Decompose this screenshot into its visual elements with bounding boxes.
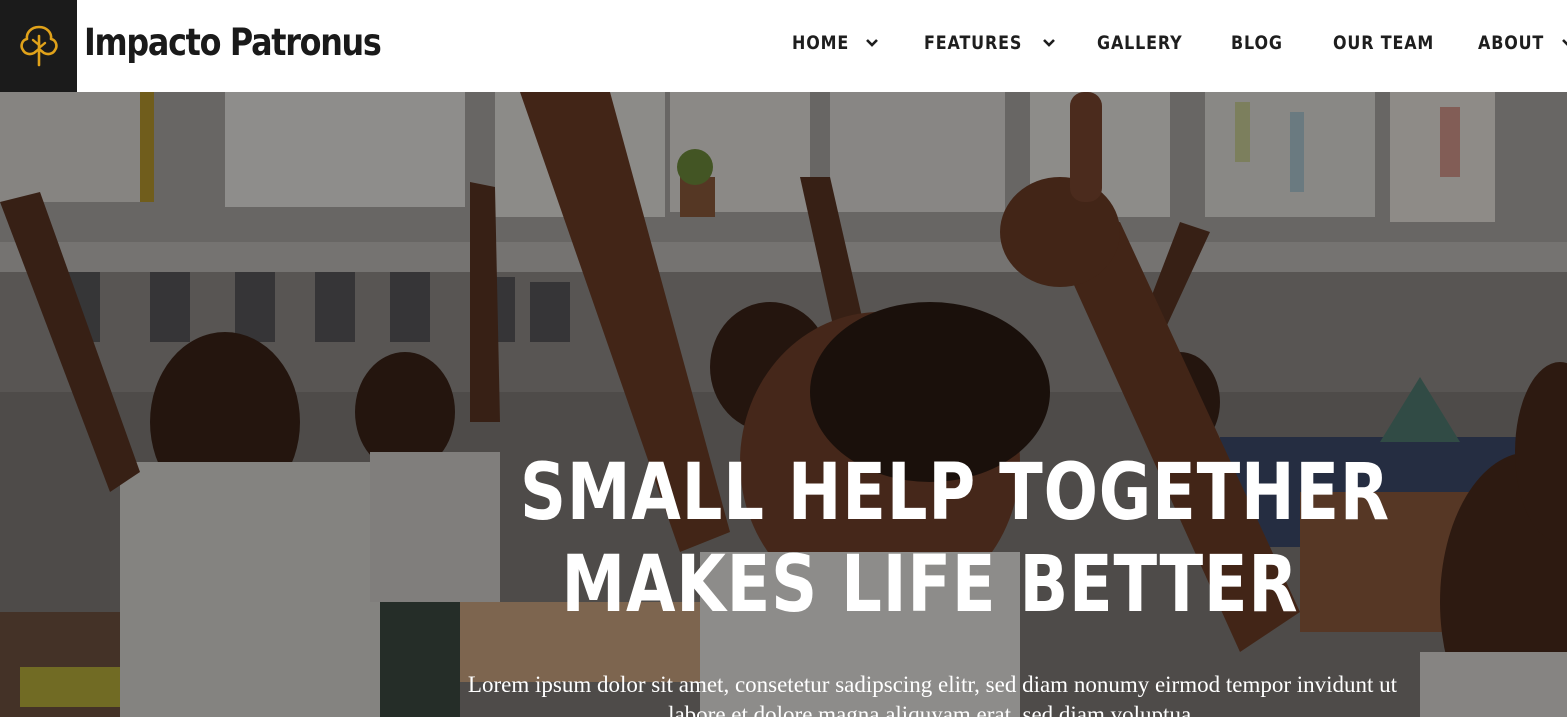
hero-headline: SMALL HELP TOGETHER MAKES LIFE BETTER (430, 447, 1430, 631)
main-nav: HOME FEATURES GALLERY BLOG OUR TEAM ABOU… (0, 0, 1567, 92)
nav-item-features[interactable]: FEATURES (924, 30, 1056, 56)
chevron-down-icon (866, 39, 878, 47)
headline-line: MAKES LIFE BETTER (561, 540, 1299, 630)
headline-line: SMALL HELP TOGETHER (520, 448, 1390, 538)
chevron-down-icon (1042, 39, 1055, 47)
nav-label: ABOUT (1478, 32, 1545, 54)
nav-item-about[interactable]: ABOUT (1478, 30, 1567, 56)
nav-item-gallery[interactable]: GALLERY (1097, 30, 1199, 56)
hero-section: SMALL HELP TOGETHER MAKES LIFE BETTER Lo… (0, 92, 1567, 717)
nav-label: FEATURES (924, 32, 1023, 54)
nav-label: OUR TEAM (1333, 32, 1435, 54)
nav-label: HOME (792, 32, 850, 54)
site-header: Impacto Patronus HOME FEATURES GALLERY B… (0, 0, 1567, 92)
nav-label: BLOG (1231, 32, 1283, 54)
nav-item-our-team[interactable]: OUR TEAM (1333, 30, 1453, 56)
hero-lead-text: Lorem ipsum dolor sit amet, consetetur s… (467, 672, 1398, 717)
nav-label: GALLERY (1097, 32, 1183, 54)
chevron-down-icon (1561, 39, 1567, 47)
nav-item-blog[interactable]: BLOG (1231, 30, 1293, 56)
nav-item-home[interactable]: HOME (792, 30, 879, 56)
